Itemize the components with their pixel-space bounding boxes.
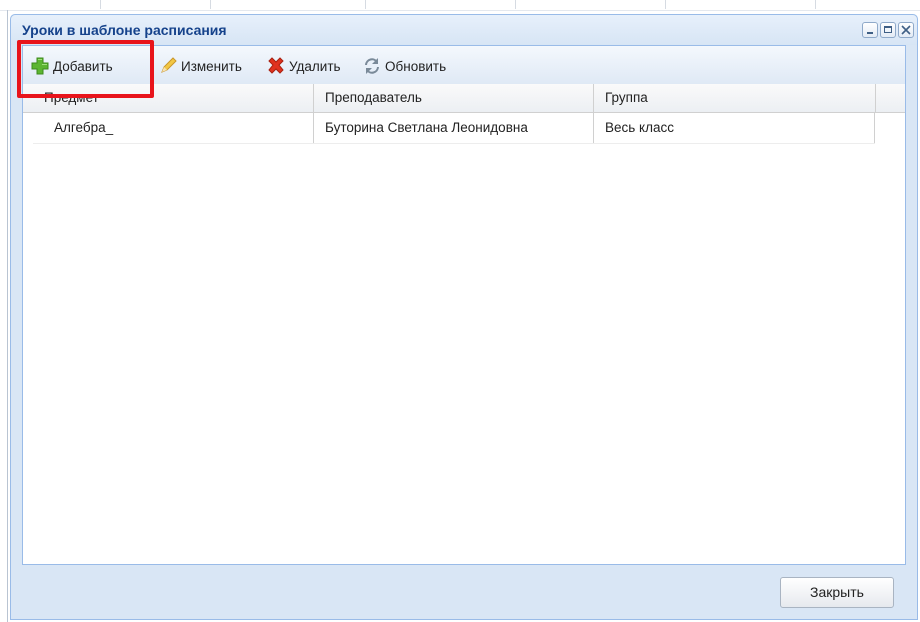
add-button-label: Добавить bbox=[53, 58, 113, 74]
toolbar: Добавить Изменить Удалить Обновить bbox=[23, 46, 905, 85]
column-header-subject[interactable]: Предмет bbox=[33, 84, 314, 112]
refresh-icon bbox=[362, 56, 382, 76]
refresh-button-label: Обновить bbox=[385, 58, 447, 74]
column-header-teacher[interactable]: Преподаватель bbox=[314, 84, 594, 112]
background-divider bbox=[515, 0, 516, 9]
delete-x-icon bbox=[266, 56, 286, 76]
window-titlebar[interactable]: Уроки в шаблоне расписания bbox=[11, 15, 917, 45]
cell-subject: Алгебра_ bbox=[33, 113, 314, 143]
edit-button-label: Изменить bbox=[181, 58, 242, 74]
background-divider bbox=[210, 0, 211, 9]
delete-button-label: Удалить bbox=[289, 58, 341, 74]
lessons-panel: Добавить Изменить Удалить Обновить Предм… bbox=[22, 45, 906, 565]
column-header-group[interactable]: Группа bbox=[594, 84, 876, 112]
plus-icon bbox=[30, 56, 50, 76]
pencil-icon bbox=[158, 56, 178, 76]
delete-button[interactable]: Удалить bbox=[266, 56, 341, 76]
close-icon[interactable] bbox=[898, 22, 914, 38]
lessons-template-window: Уроки в шаблоне расписания Добавить Изме… bbox=[10, 14, 918, 620]
minimize-icon[interactable] bbox=[862, 22, 878, 38]
background-divider bbox=[365, 0, 366, 9]
window-controls bbox=[862, 22, 914, 38]
cell-group: Весь класс bbox=[594, 113, 875, 143]
edit-button[interactable]: Изменить bbox=[158, 56, 242, 76]
background-divider bbox=[100, 0, 101, 9]
refresh-button[interactable]: Обновить bbox=[362, 56, 446, 76]
grid-header: Предмет Преподаватель Группа bbox=[23, 84, 905, 113]
window-title: Уроки в шаблоне расписания bbox=[22, 22, 227, 38]
table-row[interactable]: Алгебра_ Буторина Светлана Леонидовна Ве… bbox=[33, 113, 875, 144]
add-button[interactable]: Добавить bbox=[30, 56, 113, 76]
cell-teacher: Буторина Светлана Леонидовна bbox=[314, 113, 594, 143]
background-divider bbox=[665, 0, 666, 9]
background-edge bbox=[7, 10, 8, 622]
background-header-strip bbox=[0, 0, 920, 11]
close-button[interactable]: Закрыть bbox=[780, 577, 894, 608]
maximize-icon[interactable] bbox=[880, 22, 896, 38]
background-divider bbox=[815, 0, 816, 9]
